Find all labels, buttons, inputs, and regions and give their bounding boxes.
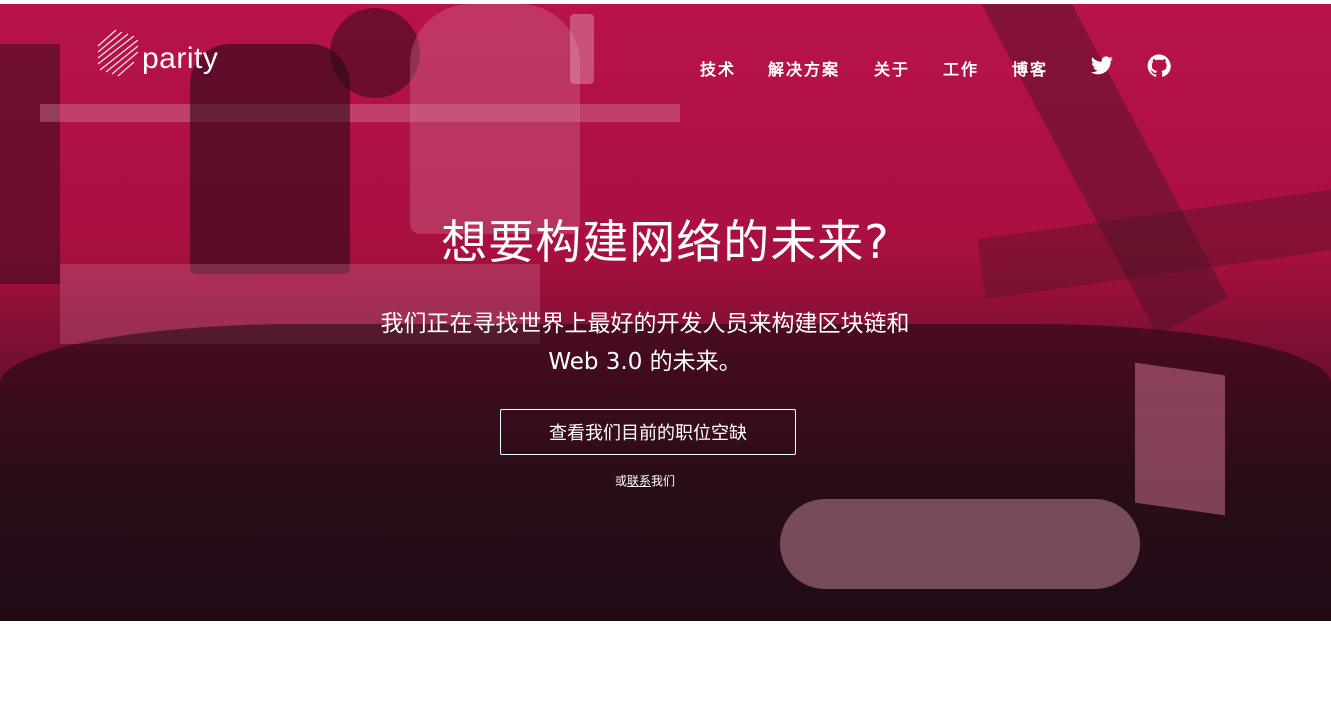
background-photo-person-head bbox=[330, 8, 420, 98]
background-photo-person bbox=[410, 4, 580, 234]
nav-item-jobs[interactable]: 工作 bbox=[943, 56, 979, 80]
hero-subline-line1: 我们正在寻找世界上最好的开发人员来构建区块链和 bbox=[380, 311, 910, 337]
background-photo-bottle bbox=[570, 14, 594, 84]
twitter-icon[interactable] bbox=[1089, 54, 1115, 78]
contact-suffix: 我们 bbox=[651, 474, 676, 488]
brand-name: parity bbox=[142, 42, 219, 75]
background-photo-legs bbox=[780, 499, 1140, 589]
background-photo-laptop bbox=[1135, 362, 1225, 516]
contact-prefix: 或 bbox=[614, 474, 627, 488]
nav-item-technology[interactable]: 技术 bbox=[700, 56, 736, 80]
hero-headline: 想要构建网络的未来? bbox=[441, 215, 890, 269]
hero-subline-line2: Web 3.0 的未来。 bbox=[548, 349, 742, 375]
view-open-positions-button[interactable]: 查看我们目前的职位空缺 bbox=[500, 409, 796, 455]
nav-item-blog[interactable]: 博客 bbox=[1012, 56, 1048, 80]
background-photo-table bbox=[40, 104, 680, 122]
parity-logo-link[interactable]: parity bbox=[94, 24, 218, 80]
contact-link[interactable]: 联系 bbox=[627, 474, 651, 488]
nav-item-solutions[interactable]: 解决方案 bbox=[768, 56, 840, 80]
contact-line: 或联系我们 bbox=[0, 472, 1290, 489]
github-icon[interactable] bbox=[1146, 54, 1172, 78]
hero-section: parity 技术 解决方案 关于 工作 博客 想要构建网络的未来? 我们正在寻… bbox=[0, 4, 1331, 621]
parity-logo-icon bbox=[97, 29, 139, 77]
nav-item-about[interactable]: 关于 bbox=[874, 56, 910, 80]
